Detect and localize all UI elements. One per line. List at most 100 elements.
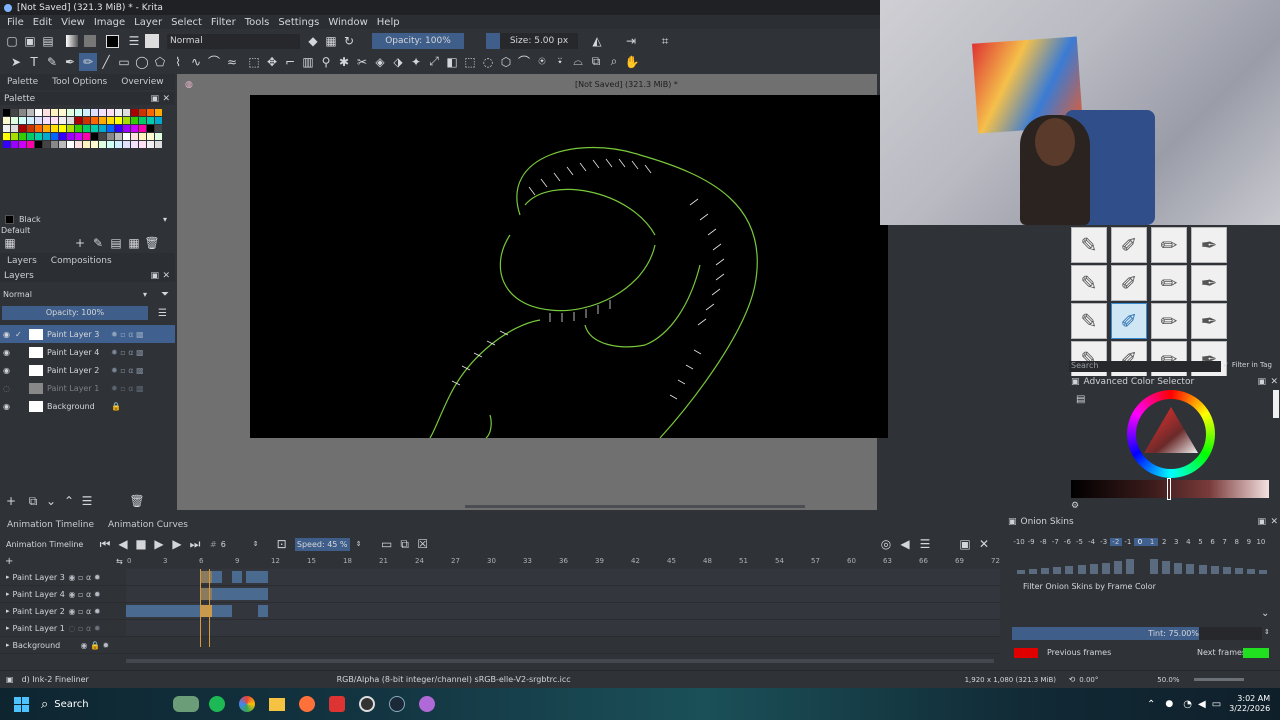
rotate-icon[interactable]: ⟲ <box>1069 675 1076 684</box>
palette-swatch[interactable] <box>75 141 82 148</box>
palette-swatch[interactable] <box>123 125 130 132</box>
gradient-tool-icon[interactable]: ▥ <box>299 53 317 71</box>
previous-frames-color[interactable] <box>1014 648 1038 658</box>
speed-spin-icon[interactable]: ⇕ <box>350 535 368 553</box>
palette-swatch[interactable] <box>43 133 50 140</box>
layer-name[interactable]: Paint Layer 3 <box>47 330 111 339</box>
onion-frame-number[interactable]: -5 <box>1073 538 1085 546</box>
delete-layer-icon[interactable]: 🗑 <box>128 492 146 510</box>
onion-frame-number[interactable]: -10 <box>1013 538 1025 546</box>
layer-row[interactable]: ◉ Background 🔒 <box>0 397 175 415</box>
freehand-brush-icon[interactable]: ✏ <box>79 52 97 71</box>
layer-row[interactable]: ◉ ✓ Paint Layer 3 ✹ ▫ ⍺ ▩ <box>0 325 175 343</box>
palette-swatch[interactable] <box>91 125 98 132</box>
save-icon[interactable]: ▤ <box>39 32 57 50</box>
eraser-icon[interactable]: ◆ <box>304 32 322 50</box>
palette-swatch[interactable] <box>147 117 154 124</box>
edit-shapes-icon[interactable]: ✎ <box>43 53 61 71</box>
palette-swatch[interactable] <box>11 117 18 124</box>
onion-skins-toggle-icon[interactable]: ◎ <box>877 535 895 553</box>
palette-swatch[interactable] <box>123 133 130 140</box>
onion-opacity-bar[interactable] <box>1150 559 1159 574</box>
visibility-eye-icon[interactable]: ◉ <box>3 366 15 375</box>
move-layer-down-icon[interactable]: ⌄ <box>42 492 60 510</box>
layer-row[interactable]: ◉ Paint Layer 4 ✹ ▫ ⍺ ▩ <box>0 343 175 361</box>
palette-swatch[interactable] <box>115 117 122 124</box>
palette-swatch[interactable] <box>27 133 34 140</box>
timeline-settings-icon[interactable]: ☰ <box>916 535 934 553</box>
onion-frame-number[interactable]: 1 <box>1146 538 1159 546</box>
tray-volume-icon[interactable]: ◀ <box>1198 699 1206 710</box>
palette-swatch[interactable] <box>155 141 162 148</box>
palette-swatch[interactable] <box>107 141 114 148</box>
palette-swatch[interactable] <box>139 117 146 124</box>
palette-swatch[interactable] <box>75 125 82 132</box>
palette-swatch[interactable] <box>59 109 66 116</box>
last-frame-icon[interactable]: ⏭ <box>186 535 204 553</box>
contiguous-select-icon[interactable]: ⍟ <box>533 53 551 71</box>
brush-preset-tile[interactable]: ✒ <box>1191 265 1227 301</box>
float-color-icon[interactable]: ▣ <box>1257 377 1266 387</box>
tab-layers[interactable]: Layers <box>0 256 44 266</box>
bezier-select-icon[interactable]: ⌓ <box>569 53 587 71</box>
obs-icon[interactable] <box>359 696 375 712</box>
filter-tag-checkbox-icon[interactable]: ✓ <box>1223 361 1229 369</box>
add-layer-icon[interactable]: + <box>2 492 20 510</box>
track-icons[interactable]: ◉ ▫ ⍺ ✹ <box>69 607 101 616</box>
calligraphy-icon[interactable]: ✒ <box>61 53 79 71</box>
chevron-down-icon[interactable]: ▾ <box>163 215 167 224</box>
fill-tool-icon[interactable]: ◈ <box>371 53 389 71</box>
palette-swatch[interactable] <box>107 109 114 116</box>
brush-preset-tile[interactable]: ✎ <box>1071 227 1107 263</box>
palette-swatch[interactable] <box>91 109 98 116</box>
rectangle-tool-icon[interactable]: ▭ <box>115 53 133 71</box>
tint-spin-icon[interactable]: ⇕ <box>1264 628 1270 636</box>
palette-grid-icon[interactable]: ▦ <box>1 234 19 252</box>
timeline-ruler[interactable]: + ⇆ 0 3 6 9 12 15 18 21 24 27 30 33 36 39 42 45 48 51 54 57… <box>0 555 1003 569</box>
palette-swatch[interactable] <box>107 125 114 132</box>
audio-icon[interactable]: ◀ <box>896 535 914 553</box>
brush-preset-tile[interactable]: ✏ <box>1151 265 1187 301</box>
widgets-icon[interactable] <box>173 696 199 712</box>
palette-swatch[interactable] <box>59 133 66 140</box>
tab-tool-options[interactable]: Tool Options <box>45 77 114 87</box>
palette-swatch[interactable] <box>27 141 34 148</box>
palette-swatch[interactable] <box>35 125 42 132</box>
onion-opacity-bar[interactable] <box>1162 561 1171 574</box>
colorize-mask-icon[interactable]: ✱ <box>335 53 353 71</box>
brush-preset-tile[interactable]: ✒ <box>1191 303 1227 339</box>
crop-tool-icon[interactable]: ⌐ <box>281 53 299 71</box>
palette-swatch[interactable] <box>123 141 130 148</box>
palette-editor-icon[interactable]: ▤ <box>107 234 125 252</box>
onion-view-icon[interactable]: ▭ <box>378 535 396 553</box>
palette-swatch[interactable] <box>43 109 50 116</box>
add-frame-icon[interactable]: ⧉ <box>396 535 414 553</box>
clock[interactable]: 3:02 AM 3/22/2026 <box>1229 694 1270 714</box>
onion-frame-number[interactable]: 2 <box>1158 538 1170 546</box>
filter-in-tag[interactable]: ✓ Filter in Tag <box>1223 361 1272 369</box>
menu-window[interactable]: Window <box>328 17 367 28</box>
palette-swatch[interactable] <box>11 141 18 148</box>
saturation-triangle[interactable] <box>1138 401 1204 467</box>
palette-swatch[interactable] <box>51 133 58 140</box>
brush-preset-tile[interactable]: ✎ <box>1071 265 1107 301</box>
reference-tool-icon[interactable]: ◧ <box>443 53 461 71</box>
polyline-tool-icon[interactable]: ⌇ <box>169 53 187 71</box>
krita-taskbar-icon[interactable] <box>419 696 435 712</box>
pan-tool-icon[interactable]: ✋ <box>623 53 641 71</box>
firefox-icon[interactable] <box>299 696 315 712</box>
visibility-eye-icon[interactable]: ◉ <box>3 348 15 357</box>
palette-swatch[interactable] <box>19 133 26 140</box>
layer-row[interactable]: ◉ Paint Layer 2 ✹ ▫ ⍺ ▩ <box>0 361 175 379</box>
palette-swatch[interactable] <box>115 133 122 140</box>
layer-name[interactable]: Paint Layer 2 <box>47 366 111 375</box>
onion-frame-number[interactable]: 0 <box>1133 538 1147 546</box>
onion-frame-number[interactable]: 8 <box>1231 538 1243 546</box>
first-frame-icon[interactable]: ⏮ <box>96 535 114 553</box>
steam-icon[interactable] <box>389 696 405 712</box>
onion-frame-number[interactable]: -8 <box>1037 538 1049 546</box>
menu-file[interactable]: File <box>7 17 24 28</box>
value-bar-marker[interactable] <box>1167 478 1171 500</box>
palette-swatch[interactable] <box>99 117 106 124</box>
track-label[interactable]: ▸ Paint Layer 2 ◉ ▫ ⍺ ✹ <box>0 603 126 620</box>
